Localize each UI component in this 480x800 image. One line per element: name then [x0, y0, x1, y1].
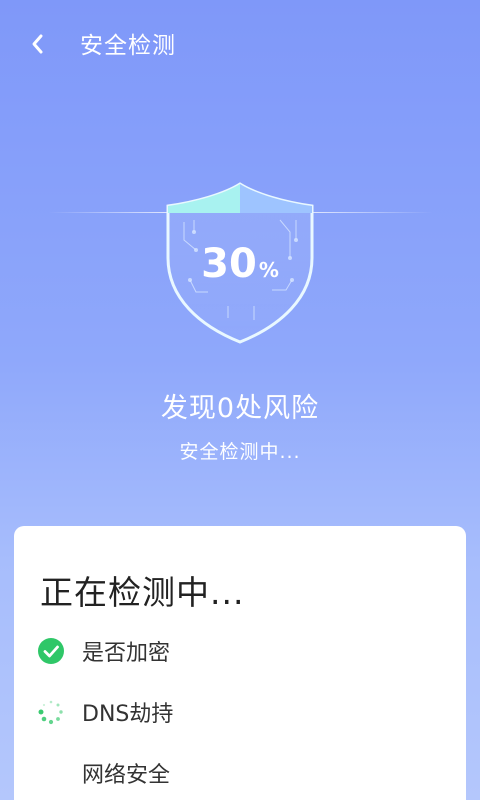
check-item-label: 是否加密 [82, 641, 171, 666]
detection-panel: 正在检测中... 是否加密 DNS劫持 网络安全 [14, 526, 466, 800]
header-bar: 安全检测 [0, 0, 480, 90]
page-title: 安全检测 [80, 33, 176, 59]
back-button[interactable] [22, 28, 54, 60]
chevron-left-icon [32, 34, 43, 54]
risk-summary: 发现0处风险 [160, 393, 320, 424]
check-item-network: 网络安全 [38, 757, 170, 789]
progress-percent: 30% [160, 240, 320, 294]
check-item-label: 网络安全 [82, 763, 171, 788]
pending-status [38, 760, 64, 786]
check-item-label: DNS劫持 [82, 702, 174, 727]
scan-status: 安全检测中... [179, 441, 301, 463]
panel-title: 正在检测中... [40, 573, 245, 612]
percent-unit: % [258, 258, 279, 282]
check-item-encryption: 是否加密 [38, 635, 170, 667]
percent-value: 30 [201, 241, 257, 287]
check-circle-icon [38, 638, 64, 664]
check-item-dns: DNS劫持 [38, 696, 173, 728]
spinner-icon [38, 699, 64, 725]
